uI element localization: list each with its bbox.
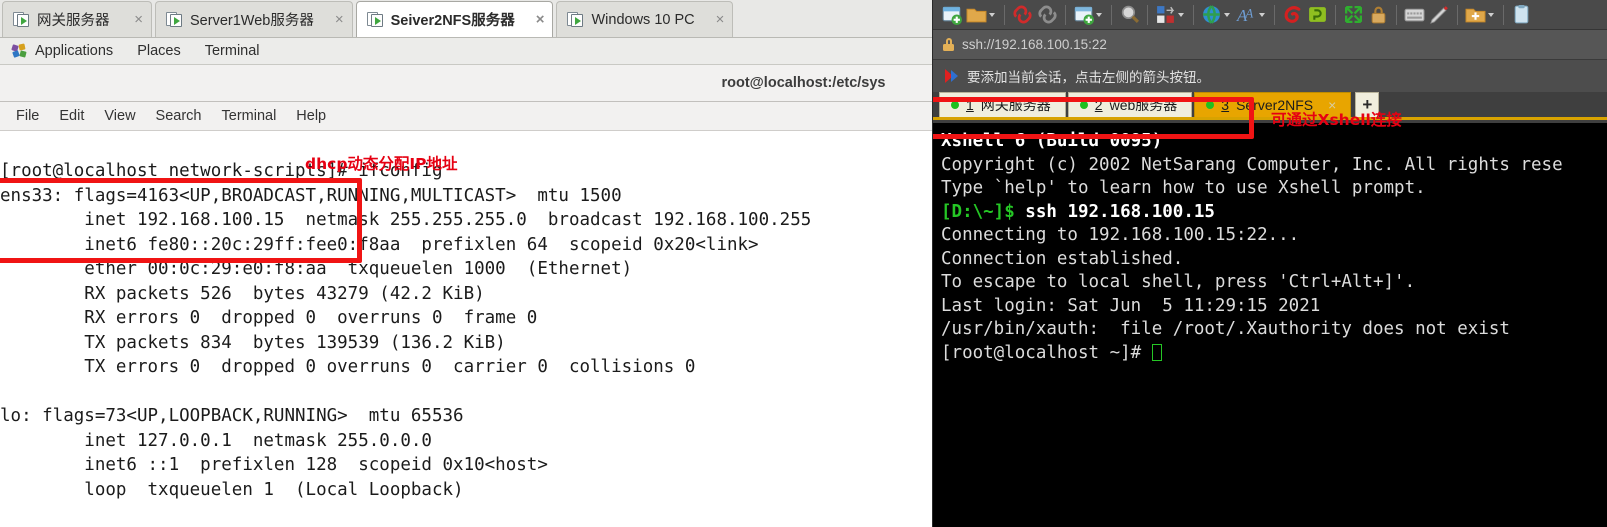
disconnect-icon[interactable] [1010,2,1035,28]
xshell-window: AA ssh://192.168.100.15:22 要添加当前会话，点击左侧的… [932,0,1607,527]
annotation-dhcp-caption: dhcp动态分配IP地址 [305,155,458,173]
status-dot [951,101,959,109]
close-icon[interactable]: × [120,12,143,27]
local-prompt: [D:\~]$ [941,201,1015,222]
vm-tab-3[interactable]: Seiver2NFS服务器 × [355,1,554,37]
vm-tab-label: Seiver2NFS服务器 [390,13,515,29]
toolbar-separator [1274,4,1275,25]
notice-text: 要添加当前会话，点击左侧的箭头按钮。 [967,70,1210,85]
annotation-xshell-caption: 可通过Xshell连接 [1271,111,1402,129]
toolbar-separator [1065,4,1066,25]
highlight-icon[interactable] [1305,2,1330,28]
arrow-notice-icon [945,69,960,83]
vm-icon [13,12,30,27]
xshell-terminal-line: [root@localhost ~]# [941,342,1607,366]
terminal-menu-view[interactable]: View [94,108,145,124]
chevron-down-icon[interactable] [1178,12,1184,17]
tab-label: 网关服务器 [980,97,1051,113]
xshell-notice-bar: 要添加当前会话，点击左侧的箭头按钮。 [933,60,1607,92]
applications-menu[interactable]: Applications [8,43,125,59]
log-icon[interactable] [1427,2,1452,28]
applications-icon [11,43,27,58]
open-folder-icon[interactable] [964,2,999,28]
chevron-down-icon[interactable] [1488,12,1494,17]
close-icon[interactable]: × [522,12,545,27]
toolbar-separator [1335,4,1336,25]
tab-number: 1 [966,97,974,113]
font-size-icon[interactable]: AA [1234,2,1269,28]
vm-tab-label: 网关服务器 [37,13,110,29]
new-session-icon[interactable] [939,2,964,28]
xshell-terminal-line: Connecting to 192.168.100.15:22... [941,225,1300,245]
remote-prompt: [root@localhost ~]# [941,342,1152,363]
xshell-terminal-output[interactable]: Xshell 6 (Build 0095) Copyright (c) 2002 … [933,123,1607,527]
terminal-menu-terminal[interactable]: Terminal [212,108,287,124]
xshell-terminal-line: Last login: Sat Jun 5 11:29:15 2021 [941,295,1321,316]
vm-tab-label: Windows 10 PC [591,11,695,28]
lock-icon [943,38,954,51]
tab-number: 3 [1221,97,1230,113]
status-dot [1079,101,1088,109]
toolbar-separator [1457,4,1458,25]
keyboard-icon[interactable] [1402,2,1427,28]
xshell-terminal-line: To escape to local shell, press 'Ctrl+Al… [941,272,1416,292]
toolbar-separator [1396,4,1397,25]
vm-tab-4[interactable]: Windows 10 PC × [556,1,734,37]
xshell-terminal-line: Connection established. [941,248,1184,269]
chevron-down-icon[interactable] [1096,12,1102,17]
ssh-command: ssh 192.168.100.15 [1014,201,1215,222]
terminal-menu-search[interactable]: Search [146,108,212,124]
tab-label: web服务器 [1109,97,1178,113]
color-scheme-icon[interactable] [1153,2,1188,28]
session-properties-icon[interactable] [1071,2,1106,28]
terminal-menu-help[interactable]: Help [286,108,336,124]
globe-transfer-icon[interactable] [1199,2,1234,28]
vm-icon [567,12,584,27]
vm-tab-1[interactable]: 网关服务器 × [2,1,152,37]
xshell-terminal-line: /usr/bin/xauth: file /root/.Xauthority d… [941,319,1510,339]
terminal-menu-edit[interactable]: Edit [49,108,94,124]
toolbar-separator [1004,4,1005,25]
address-text: ssh://192.168.100.15:22 [962,37,1107,52]
screenshot-root: 网关服务器 × Server1Web服务器 × Seiver2NFS服务器 × Window… [0,0,1607,527]
terminal-menu[interactable]: Terminal [193,43,272,59]
svg-text:A: A [1244,7,1253,21]
xshell-terminal-line: Copyright (c) 2002 NetSarang Computer, I… [941,154,1563,175]
places-menu[interactable]: Places [125,43,193,59]
clipboard-icon[interactable] [1509,2,1534,28]
xshell-toolbar: AA [933,0,1607,30]
xshell-tab-strip: 1 网关服务器 2 web服务器 3 Server2NFS × + [933,92,1607,120]
vm-icon [366,12,384,27]
find-icon[interactable] [1117,2,1142,28]
xshell-address-bar[interactable]: ssh://192.168.100.15:22 [933,30,1607,60]
reconnect-icon[interactable] [1035,2,1060,28]
terminal-menu-file[interactable]: File [6,108,49,124]
toolbar-separator [1111,4,1112,25]
xshell-tab-1[interactable]: 1 网关服务器 [939,92,1066,117]
vm-tab-2[interactable]: Server1Web服务器 × [155,1,353,37]
xshell-terminal-line: [D:\~]$ ssh 192.168.100.15 [941,201,1607,225]
toolbar-separator [1193,4,1194,25]
xshell-tab-2[interactable]: 2 web服务器 [1067,92,1193,117]
close-icon[interactable]: × [321,12,344,27]
xshell-terminal-line: Type `help' to learn how to use Xshell p… [941,178,1426,198]
arrange-windows-icon[interactable] [1341,2,1366,28]
vm-icon [166,12,183,27]
close-icon[interactable]: × [702,12,725,27]
chevron-down-icon[interactable] [989,12,995,17]
text-cursor [1151,343,1162,361]
chevron-down-icon[interactable] [1259,12,1265,17]
status-dot [1206,101,1215,109]
terminal-title: root@localhost:/etc/sys [721,75,886,91]
add-folder-icon[interactable] [1463,2,1498,28]
lock-icon[interactable] [1366,2,1391,28]
xshell-terminal-line: Xshell 6 (Build 0095) [941,131,1163,151]
chevron-down-icon[interactable] [1224,12,1230,17]
toolbar-separator [1147,4,1148,25]
applications-menu-label: Applications [35,43,114,59]
tab-number: 2 [1094,97,1103,113]
compose-bar-icon[interactable] [1280,2,1305,28]
toolbar-separator [1503,4,1504,25]
vm-tab-label: Server1Web服务器 [190,13,314,29]
